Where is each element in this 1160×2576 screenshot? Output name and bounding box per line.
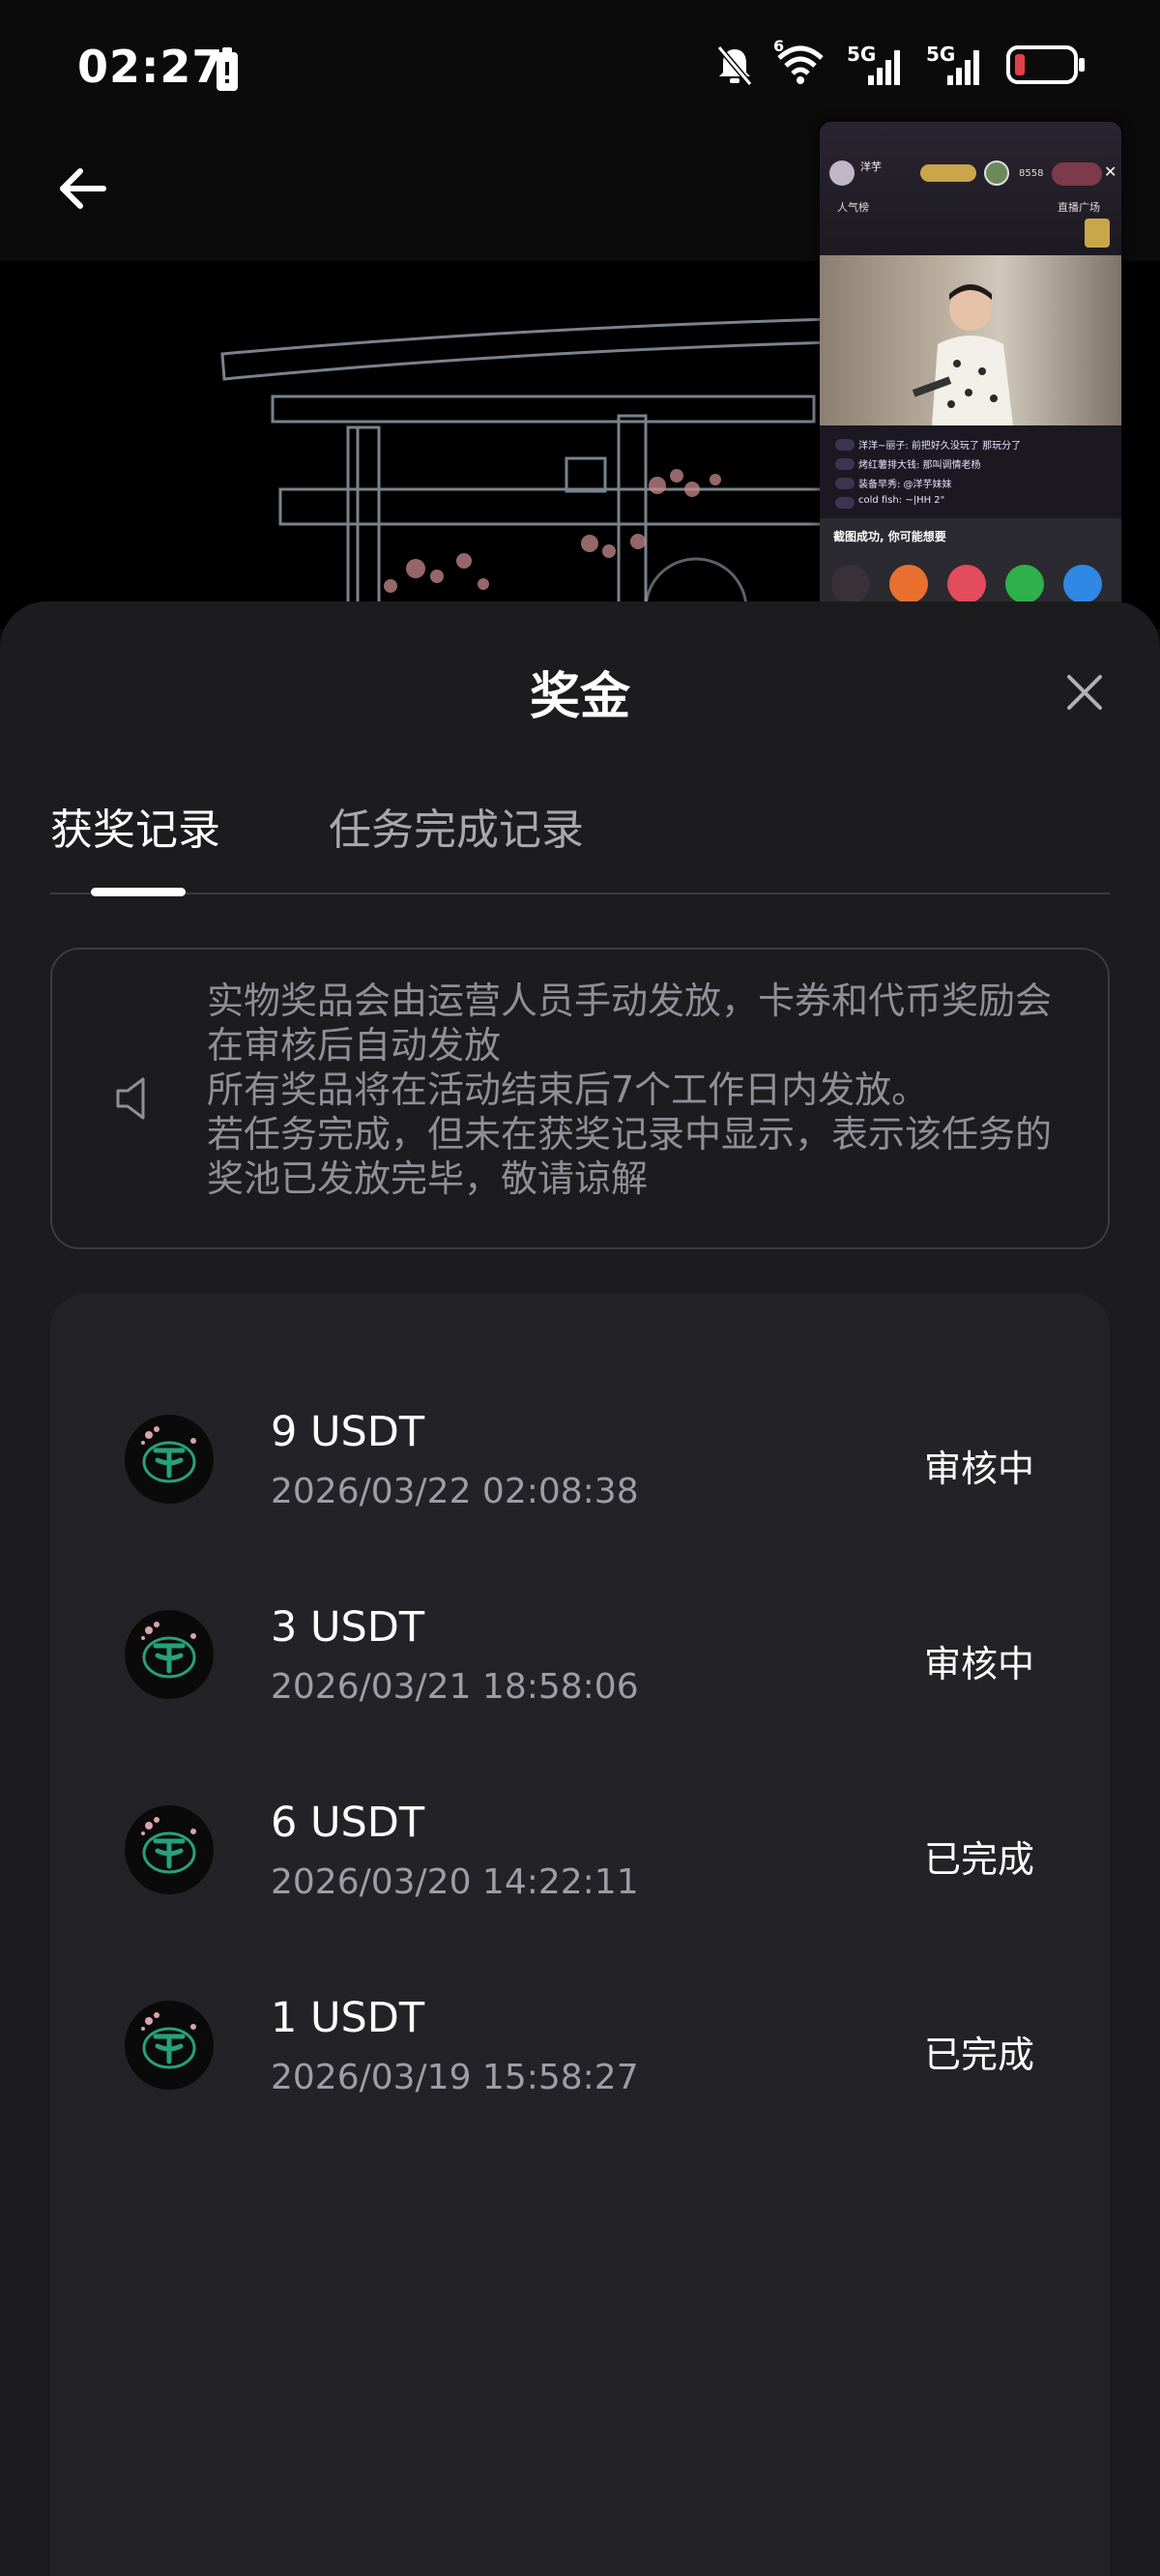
chat-line: 装备早秀: @洋芋妹妹 (858, 480, 952, 490)
record-time: 2026/03/19 15:58:27 (271, 2058, 639, 2097)
streamer-figure (912, 284, 1013, 425)
screenshot-message: 截图成功, 你可能想要 (833, 530, 946, 543)
notice-box: 实物奖品会由运营人员手动发放，卡券和代币奖励会在审核后自动发放 所有奖品将在活动… (50, 948, 1110, 1249)
arrow-left-icon (60, 168, 106, 209)
award-records-list: 9 USDT 2026/03/22 02:08:38 审核中 3 USDT 20… (50, 1294, 1110, 2576)
tab-divider (50, 893, 1110, 894)
pip-header: 洋芋 8558 ✕ 人气榜 直播广场 (820, 122, 1121, 255)
host-badge (920, 164, 976, 182)
popularity-rank[interactable]: 人气榜 (837, 199, 869, 215)
tab-task-records[interactable]: 任务完成记录 (329, 795, 584, 857)
notice-text: 实物奖品会由运营人员手动发放，卡券和代币奖励会在审核后自动发放 所有奖品将在活动… (207, 979, 1058, 1201)
battery-icon (1006, 45, 1085, 84)
host-name: 洋芋 (860, 161, 882, 173)
record-row[interactable]: 1 USDT 2026/03/19 15:58:27 已完成 (50, 1947, 1110, 2141)
record-amount: 1 USDT (271, 1994, 425, 2042)
wifi-badge: 6 (773, 37, 785, 55)
host-avatar (829, 161, 855, 186)
tab-award-records[interactable]: 获奖记录 (50, 795, 220, 857)
record-row[interactable]: 6 USDT 2026/03/20 14:22:11 已完成 (50, 1752, 1110, 1946)
record-status: 审核中 (923, 1448, 1034, 1490)
signal-2-icon: 5G (926, 41, 986, 89)
wifi-icon: 6 (773, 37, 827, 89)
notice-line: 若任务完成，但未在获奖记录中显示，表示该任务的奖池已发放完毕，敬请谅解 (207, 1113, 1053, 1200)
battery-saver-icon (217, 47, 238, 91)
record-status: 已完成 (923, 2034, 1034, 2076)
usdt-token-icon (125, 1805, 214, 1894)
screenshot-thumbnail[interactable] (831, 565, 870, 603)
viewer-count: 8558 (1019, 168, 1044, 179)
report-icon[interactable] (1063, 565, 1102, 603)
close-button[interactable] (1061, 669, 1108, 716)
usdt-token-icon (125, 1610, 214, 1699)
wechat-icon[interactable] (1005, 565, 1044, 603)
close-icon (1067, 675, 1102, 710)
speaker-icon (116, 1077, 145, 1120)
record-time: 2026/03/21 18:58:06 (271, 1667, 639, 1707)
live-stream-pip[interactable]: 洋芋 8558 ✕ 人气榜 直播广场 洋洋~丽子: 前把好久没玩了 那玩分了 烤… (820, 122, 1121, 621)
record-status: 审核中 (923, 1643, 1034, 1685)
pip-close-icon[interactable]: ✕ (1104, 162, 1116, 181)
chat-line: 烤红薯排大钱: 那叫调情老杨 (858, 460, 981, 471)
usdt-token-icon (125, 2001, 214, 2090)
live-plaza-link[interactable]: 直播广场 (1058, 199, 1100, 215)
record-row[interactable]: 9 USDT 2026/03/22 02:08:38 审核中 (50, 1361, 1110, 1555)
edit-screenshot-icon[interactable] (889, 565, 928, 603)
usdt-token-icon (125, 1415, 214, 1504)
status-time: 02:27 (77, 41, 224, 93)
chat-level-badge (835, 478, 855, 489)
record-row[interactable]: 3 USDT 2026/03/21 18:58:06 审核中 (50, 1557, 1110, 1750)
gift-icon[interactable] (1085, 219, 1110, 248)
chat-level-badge (835, 497, 855, 509)
screen: 02:27 6 5G 5G 洋芋 8558 ✕ 人气榜 直播广场 洋洋~丽子: … (0, 0, 1160, 2576)
send-icon[interactable] (947, 565, 986, 603)
chat-level-badge (835, 458, 855, 470)
follow-pill[interactable] (1052, 162, 1102, 186)
pip-chat: 洋洋~丽子: 前把好久没玩了 那玩分了 烤红薯排大钱: 那叫调情老杨 装备早秀:… (820, 425, 1121, 518)
status-icons: 6 5G 5G (715, 37, 1087, 89)
record-amount: 6 USDT (271, 1799, 425, 1847)
back-button[interactable] (48, 155, 116, 222)
chat-line: 洋洋~丽子: 前把好久没玩了 那玩分了 (858, 441, 1022, 452)
record-status: 已完成 (923, 1838, 1034, 1881)
record-amount: 9 USDT (271, 1408, 425, 1456)
bonus-sheet: 奖金 获奖记录 任务完成记录 实物奖品会由运营人员手动发放，卡券和代币奖励会在审… (0, 601, 1160, 2576)
guest-avatar (984, 161, 1009, 186)
mute-notifications-icon (716, 45, 753, 86)
signal-1-icon: 5G (847, 41, 907, 89)
chat-level-badge (835, 439, 855, 451)
record-time: 2026/03/20 14:22:11 (271, 1862, 639, 1902)
active-tab-indicator (91, 888, 186, 896)
chat-line: cold fish: ~|HH 2" (858, 495, 945, 506)
record-time: 2026/03/22 02:08:38 (271, 1472, 639, 1511)
notice-line: 实物奖品会由运营人员手动发放，卡券和代币奖励会在审核后自动发放 (207, 980, 1053, 1067)
notice-line: 所有奖品将在活动结束后7个工作日内发放。 (207, 1068, 929, 1111)
record-amount: 3 USDT (271, 1603, 425, 1652)
sheet-title: 奖金 (529, 668, 630, 726)
